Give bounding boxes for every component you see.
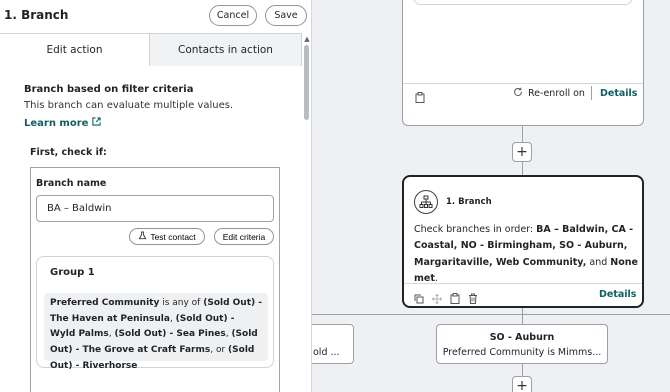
connector-line: [522, 308, 523, 324]
branch-name-input[interactable]: BA – Baldwin: [36, 195, 274, 222]
card-footer-divider: [404, 283, 642, 284]
tab-contacts-in-action[interactable]: Contacts in action: [149, 33, 302, 66]
add-action-button[interactable]: +: [512, 142, 532, 162]
panel-title: 1. Branch: [4, 8, 69, 22]
filter-connector: or: [215, 345, 226, 356]
connector-line: [522, 126, 523, 142]
card-footer-divider: [403, 83, 643, 84]
branch-type-description: This branch can evaluate multiple values…: [24, 100, 234, 111]
branch-name: SO - Auburn: [489, 332, 555, 343]
branch-card-summary: Check branches in order: BA – Baldwin, C…: [414, 224, 638, 285]
connector-line: [522, 364, 523, 376]
trash-icon[interactable]: [468, 289, 478, 308]
learn-more-label: Learn more: [24, 117, 89, 129]
branch-connector: and: [589, 256, 608, 268]
tab-edit-action[interactable]: Edit action: [0, 33, 149, 66]
flask-icon: [138, 231, 147, 242]
card-action-icons: [414, 289, 478, 308]
filter-value: (Sold Out) - Sea Pines: [114, 329, 226, 340]
branch-criteria-box: Branch name BA – Baldwin Test contact Ed…: [30, 167, 280, 392]
first-check-label: First, check if:: [30, 147, 107, 158]
cancel-button[interactable]: Cancel: [209, 5, 257, 26]
clipboard-icon[interactable]: [415, 88, 425, 107]
group-title: Group 1: [50, 267, 95, 278]
clipboard-icon[interactable]: [450, 289, 460, 308]
learn-more-link[interactable]: Learn more: [24, 117, 102, 129]
branch-card-text: old ...: [313, 347, 340, 358]
external-link-icon: [92, 117, 102, 129]
move-icon[interactable]: [431, 289, 443, 308]
panel-header: 1. Branch Cancel Save: [0, 0, 311, 33]
branch-type-heading: Branch based on filter criteria: [24, 84, 194, 95]
details-link[interactable]: Details: [599, 289, 636, 300]
filter-group-card: Group 1 Preferred Community is any of (S…: [36, 256, 274, 371]
test-contact-label: Test contact: [150, 231, 196, 242]
footer-divider: [591, 86, 592, 100]
scroll-up-arrow-icon[interactable]: ▲: [302, 35, 311, 43]
scrollbar-thumb[interactable]: [304, 45, 309, 120]
group-filter-description: Preferred Community is any of (Sold Out)…: [44, 293, 268, 371]
branch-card-so-auburn[interactable]: SO - Auburn Preferred Community is Mimms…: [436, 324, 608, 364]
branch-icon: [414, 190, 438, 214]
filter-operator: is any of: [162, 298, 201, 308]
branch-editor-panel: 1. Branch Cancel Save Edit action Contac…: [0, 0, 312, 392]
branch-summary-prefix: Check branches in order:: [414, 224, 534, 235]
copy-icon[interactable]: [414, 289, 424, 308]
edit-criteria-button[interactable]: Edit criteria: [214, 228, 274, 245]
save-button[interactable]: Save: [265, 5, 307, 26]
add-action-button[interactable]: +: [512, 376, 532, 392]
branch-name-label: Branch name: [36, 178, 107, 189]
connector-line: [522, 162, 523, 175]
branch-card-title: 1. Branch: [446, 197, 492, 207]
previous-action-card[interactable]: Re-enroll on Details: [402, 0, 644, 126]
tab-bar: Edit action Contacts in action: [0, 33, 302, 66]
connector-line: [312, 314, 670, 315]
reenroll-label: Re-enroll on: [528, 88, 585, 99]
test-contact-button[interactable]: Test contact: [129, 228, 205, 245]
filter-field: Preferred Community: [50, 298, 160, 308]
branch-card-partial[interactable]: old ...: [312, 324, 354, 364]
details-link[interactable]: Details: [600, 88, 637, 99]
branch-criteria-summary: Preferred Community is Mimms...: [442, 347, 602, 358]
branch-action-card[interactable]: 1. Branch Check branches in order: BA – …: [402, 175, 644, 308]
inner-card-outline: [413, 0, 633, 5]
refresh-icon: [513, 87, 523, 100]
reenroll-toggle[interactable]: Re-enroll on: [513, 87, 585, 100]
workflow-canvas[interactable]: Re-enroll on Details + 1. Branch Check b…: [312, 0, 670, 392]
